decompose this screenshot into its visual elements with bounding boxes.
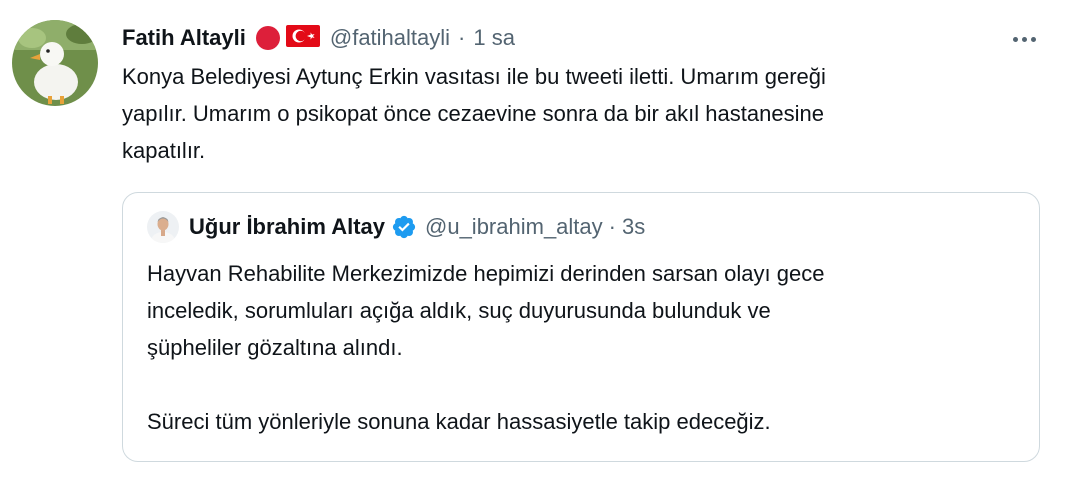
tweet-text-line: Konya Belediyesi Aytunç Erkin vasıtası i… [122,64,826,89]
tweet-header: Fatih Altayli @fatihaltayli · 1 sa [122,20,515,56]
quoted-author-name[interactable]: Uğur İbrahim Altay [189,214,385,240]
turkey-flag-icon [285,24,320,52]
author-name[interactable]: Fatih Altayli [122,25,246,51]
quoted-text-line: Hayvan Rehabilite Merkezimizde hepimizi … [147,261,825,286]
duck-avatar-icon[interactable] [12,20,98,106]
quoted-text-paragraph: Süreci tüm yönleriyle sonuna kadar hassa… [147,409,771,434]
quoted-tweet-header: Uğur İbrahim Altay @u_ibrahim_altay · 3s [189,211,645,243]
tweet-text-line: yapılır. Umarım o psikopat önce cezaevin… [122,101,824,126]
tweet[interactable]: Fatih Altayli @fatihaltayli · 1 sa Konya… [0,0,1068,478]
quoted-tweet[interactable]: Uğur İbrahim Altay @u_ibrahim_altay · 3s… [122,192,1040,462]
tweet-text-line: kapatılır. [122,138,206,163]
more-options-icon[interactable] [1004,24,1044,54]
verified-badge-icon [391,214,417,240]
person-avatar-icon[interactable] [147,211,179,243]
quoted-text-line: inceledik, sorumluları açığa aldık, suç … [147,298,771,323]
timestamp[interactable]: 1 sa [473,25,515,51]
red-circle-icon [255,26,280,50]
author-handle[interactable]: @fatihaltayli [330,25,450,51]
tweet-text: Konya Belediyesi Aytunç Erkin vasıtası i… [122,58,1042,169]
quoted-timestamp[interactable]: 3s [622,214,645,240]
separator: · [458,25,466,50]
quoted-text-line: şüpheliler gözaltına alındı. [147,335,403,360]
separator: · [608,214,616,239]
quoted-tweet-text: Hayvan Rehabilite Merkezimizde hepimizi … [147,255,1017,440]
quoted-author-handle[interactable]: @u_ibrahim_altay [425,214,603,240]
